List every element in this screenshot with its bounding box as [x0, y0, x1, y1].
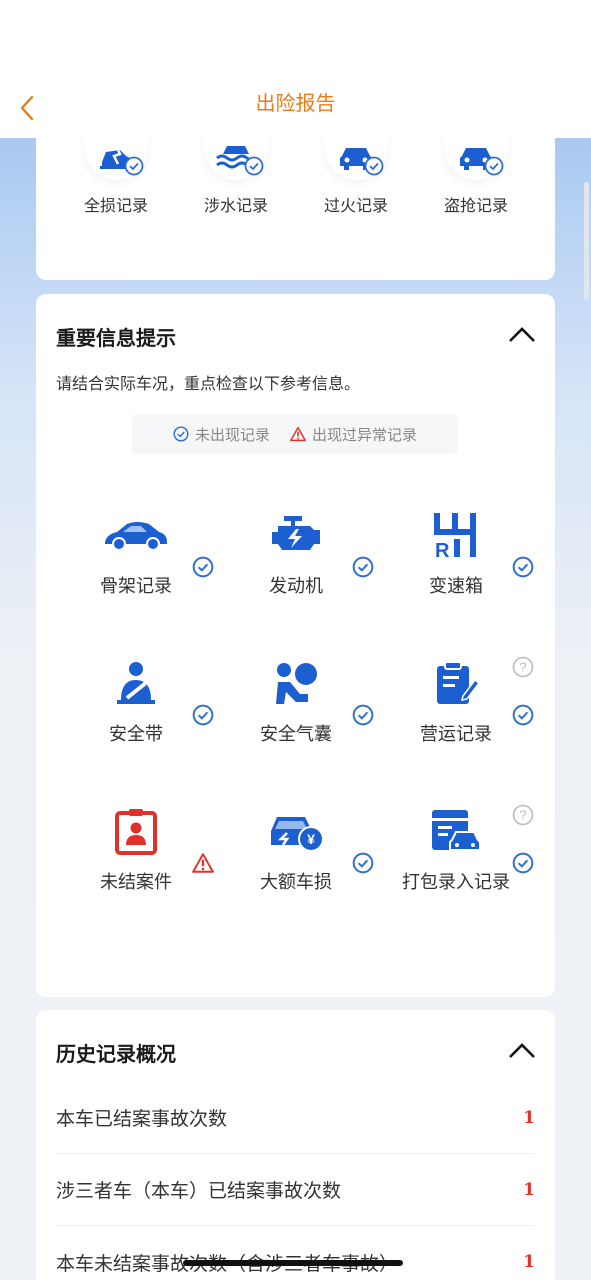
record-label: 全损记录	[83, 196, 148, 215]
check-circle-icon	[173, 426, 189, 442]
page-title: 出险报告	[255, 91, 336, 115]
collapse-button[interactable]	[507, 324, 537, 348]
info-item-label: 打包录入记录	[402, 872, 510, 893]
info-item-label: 未结案件	[100, 872, 172, 893]
history-row-label: 本车已结案事故次数	[56, 1108, 228, 1130]
info-item-gearbox[interactable]: R 变速箱	[376, 508, 536, 618]
scrollbar[interactable]	[584, 182, 589, 300]
info-item-label: 大额车损	[260, 872, 332, 893]
svg-text:¥: ¥	[307, 831, 315, 847]
legend-warn-label: 出现过异常记录	[312, 425, 418, 444]
info-item-label: 变速箱	[429, 576, 483, 597]
seatbelt-icon	[117, 662, 155, 704]
info-item-label: 骨架记录	[100, 576, 172, 597]
info-item-operation[interactable]: ? 营运记录	[376, 656, 536, 766]
history-row[interactable]: 本车未结案事故次数（含涉三者车事故） 1	[56, 1226, 535, 1280]
svg-text:R: R	[435, 540, 450, 559]
engine-icon	[272, 516, 320, 550]
info-item-open-case[interactable]: 未结案件	[56, 804, 216, 914]
batch-entry-icon	[432, 810, 481, 851]
important-info-card: 重要信息提示 请结合实际车况，重点检查以下参考信息。 未出现记录 出现过异常记录…	[36, 294, 555, 997]
history-row[interactable]: 本车已结案事故次数 1	[56, 1082, 535, 1154]
info-item-airbag[interactable]: 安全气囊	[216, 656, 376, 766]
chevron-up-icon	[509, 1043, 535, 1058]
check-circle-icon	[364, 156, 384, 176]
warning-triangle-icon	[290, 426, 306, 442]
info-item-label: 安全气囊	[260, 724, 332, 745]
collapse-button[interactable]	[507, 1040, 537, 1064]
history-row[interactable]: 涉三者车（本车）已结案事故次数 1	[56, 1154, 535, 1226]
car-frame-icon	[105, 522, 167, 551]
record-label: 盗抢记录	[443, 196, 508, 215]
history-summary-card: 历史记录概况 本车已结案事故次数 1 涉三者车（本车）已结案事故次数 1 本车未…	[36, 1010, 555, 1280]
home-indicator	[183, 1260, 403, 1266]
accident-records-card: 全损记录 涉水记录 过火记录 盗抢记录	[36, 120, 555, 280]
history-row-value: 1	[523, 1252, 535, 1272]
top-nav-bar: 出险报告	[0, 0, 591, 138]
status-legend: 未出现记录 出现过异常记录	[132, 414, 458, 454]
open-case-icon	[115, 809, 157, 855]
info-item-engine[interactable]: 发动机	[216, 508, 376, 618]
legend-ok-label: 未出现记录	[194, 425, 270, 444]
history-row-value: 1	[523, 1179, 535, 1200]
info-item-large-damage[interactable]: ¥ 大额车损	[216, 804, 376, 914]
chevron-up-icon	[509, 327, 535, 342]
help-circle-icon[interactable]: ?	[512, 656, 534, 678]
history-row-label: 涉三者车（本车）已结案事故次数	[56, 1180, 342, 1202]
section-subtitle: 请结合实际车况，重点检查以下参考信息。	[56, 374, 361, 393]
check-circle-icon	[244, 156, 264, 176]
svg-text:?: ?	[519, 808, 526, 823]
airbag-icon	[276, 663, 317, 704]
record-label: 过火记录	[323, 196, 388, 215]
check-circle-icon	[124, 156, 144, 176]
info-item-label: 安全带	[109, 724, 163, 745]
help-circle-icon[interactable]: ?	[512, 804, 534, 826]
section-title: 历史记录概况	[56, 1042, 176, 1066]
check-circle-icon	[484, 156, 504, 176]
svg-text:?: ?	[519, 660, 526, 675]
info-item-batch-entry[interactable]: ? 打包录入记录	[376, 804, 536, 914]
info-item-label: 营运记录	[420, 724, 492, 745]
info-item-frame[interactable]: 骨架记录	[56, 508, 216, 618]
record-label: 涉水记录	[203, 196, 268, 215]
large-damage-icon: ¥	[271, 817, 324, 852]
info-item-label: 发动机	[269, 576, 323, 597]
gearbox-icon: R	[434, 513, 476, 559]
operation-record-icon	[437, 661, 479, 704]
info-item-seatbelt[interactable]: 安全带	[56, 656, 216, 766]
history-row-value: 1	[523, 1107, 535, 1128]
section-title: 重要信息提示	[56, 326, 176, 350]
